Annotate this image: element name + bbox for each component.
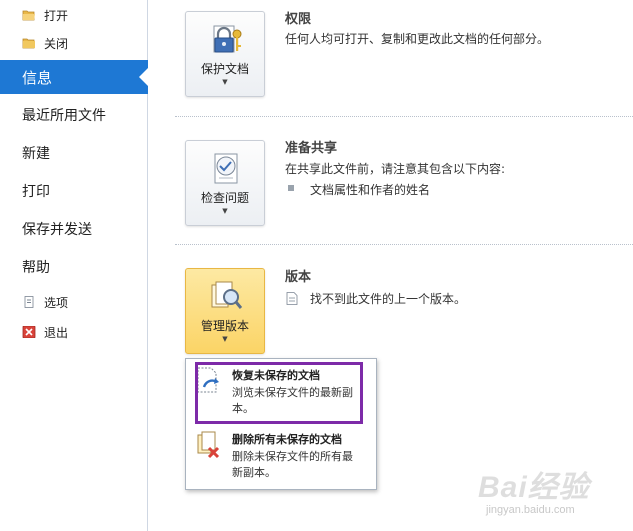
sidebar-item-label: 信息 [22, 68, 53, 87]
delete-description: 删除未保存文件的所有最新副本。 [232, 450, 353, 479]
permissions-title: 权限 [285, 12, 312, 27]
bullet-icon [288, 185, 294, 191]
baidu-watermark: Bai经验 jingyan.baidu.com [478, 462, 628, 522]
close-folder-icon [22, 37, 36, 49]
sidebar-item-label: 关闭 [44, 36, 69, 51]
sidebar-item-exit[interactable]: 退出 [0, 321, 148, 343]
chevron-down-icon: ▼ [222, 78, 228, 86]
delete-documents-icon [196, 431, 222, 459]
button-label: 管理版本 [200, 319, 249, 333]
versions-description: 找不到此文件的上一个版本。 [310, 292, 467, 306]
selection-highlight [195, 362, 363, 424]
sidebar-item-save-send[interactable]: 保存并发送 [0, 213, 148, 245]
sidebar-item-open[interactable]: 打开 [0, 4, 148, 26]
document-icon [286, 290, 298, 305]
permissions-description: 任何人均可打开、复制和更改此文档的任何部分。 [285, 32, 550, 46]
checklist-icon [206, 151, 246, 187]
open-folder-icon [22, 9, 36, 21]
sidebar-item-help[interactable]: 帮助 [0, 251, 148, 283]
sidebar-item-label: 保存并发送 [22, 222, 92, 238]
versions-magnifier-icon [206, 279, 246, 315]
exit-icon [22, 325, 36, 339]
button-label: 检查问题 [200, 191, 249, 205]
sidebar-item-label: 选项 [44, 295, 69, 310]
sidebar-item-close[interactable]: 关闭 [0, 32, 148, 54]
watermark-brand: Bai经验 [478, 471, 590, 504]
delete-unsaved-item[interactable]: 删除所有未保存的文档 删除未保存文件的所有最新副本。 [186, 425, 376, 487]
sidebar-item-label: 退出 [44, 325, 69, 340]
section-divider [175, 116, 633, 117]
versions-title: 版本 [285, 270, 312, 285]
sidebar-item-recent[interactable]: 最近所用文件 [0, 99, 148, 131]
button-label: 保护文档 [200, 62, 249, 76]
options-icon [22, 296, 36, 308]
backstage-sidebar: 打开 关闭 信息 最近所用文件 新建 打印 保存并发送 帮助 选项 退出 [0, 0, 148, 531]
sidebar-item-label: 最近所用文件 [22, 108, 106, 124]
protect-document-button[interactable]: 保护文档 ▼ [185, 11, 265, 97]
sidebar-item-label: 打印 [22, 184, 50, 200]
chevron-down-icon: ▼ [222, 335, 228, 343]
sidebar-item-info[interactable]: 信息 [0, 60, 148, 94]
sidebar-item-options[interactable]: 选项 [0, 291, 148, 313]
sidebar-item-label: 打开 [44, 8, 69, 23]
prepare-title: 准备共享 [285, 141, 338, 156]
lock-key-icon [206, 22, 246, 58]
sidebar-item-label: 帮助 [22, 260, 50, 276]
chevron-down-icon: ▼ [222, 207, 228, 215]
watermark-url: jingyan.baidu.com [486, 504, 575, 516]
check-issues-button[interactable]: 检查问题 ▼ [185, 140, 265, 226]
section-divider [175, 244, 633, 245]
delete-title: 删除所有未保存的文档 [232, 433, 342, 446]
prepare-description: 在共享此文件前，请注意其包含以下内容: [285, 162, 506, 176]
sidebar-item-print[interactable]: 打印 [0, 175, 148, 207]
manage-versions-button[interactable]: 管理版本 ▼ [185, 268, 265, 354]
sidebar-item-new[interactable]: 新建 [0, 137, 148, 169]
sidebar-item-label: 新建 [22, 146, 50, 162]
prepare-bullet-text: 文档属性和作者的姓名 [310, 183, 431, 197]
